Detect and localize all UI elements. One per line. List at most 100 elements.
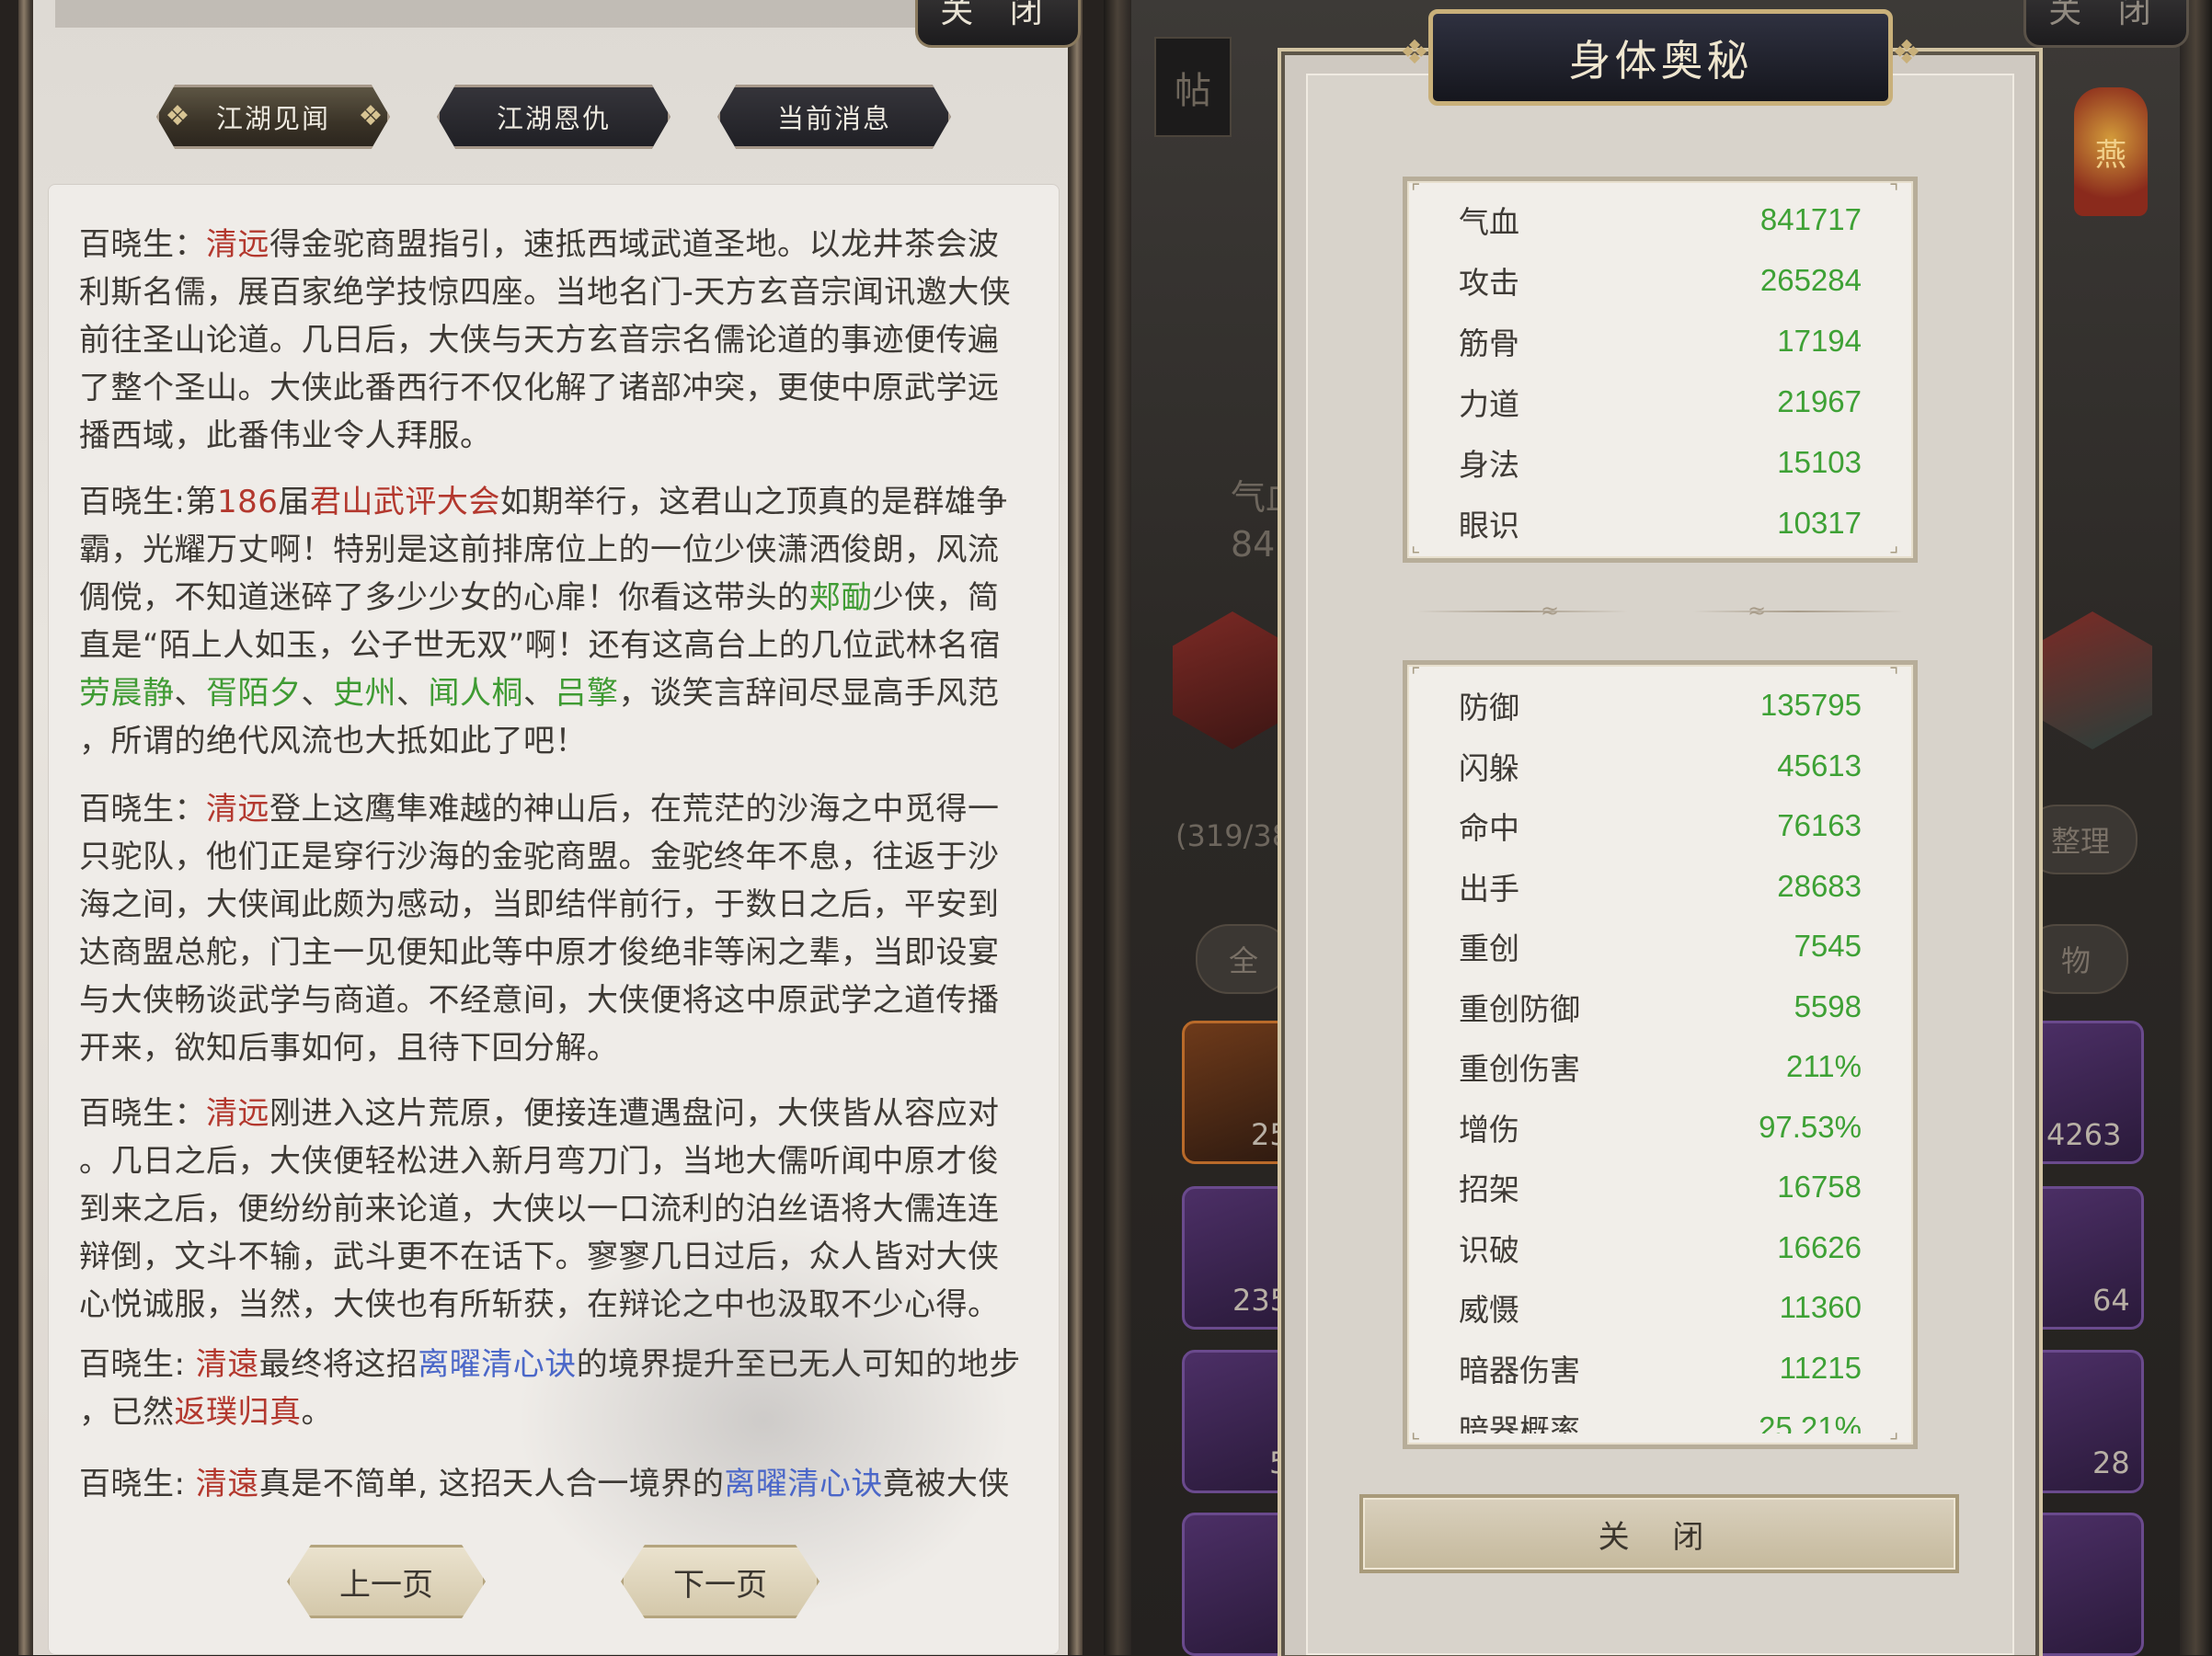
stat-row: 筋骨 17194 — [1459, 314, 1862, 369]
news-text: 百晓生: — [79, 1466, 196, 1502]
news-text: 届 — [278, 484, 310, 520]
stat-value: 16758 — [1777, 1170, 1862, 1204]
news-line: 辩倒，文斗不输，武斗更不在话下。寥寥几日过后，众人皆对大侠 — [79, 1233, 1036, 1281]
stat-row: 出手 28683 — [1459, 859, 1862, 914]
stat-name: 暗器伤害 — [1459, 1352, 1580, 1388]
stat-name: 力道 — [1459, 386, 1519, 422]
news-text: 到来之后，便纷纷前来论道，大侠以一口流利的泊丝语将大儒连连 — [79, 1191, 1000, 1228]
news-text: 直是“陌上人如玉，公子世无双”啊！还有这高台上的几位武林名宿 — [79, 627, 1002, 664]
stat-row: 威慑 11360 — [1459, 1280, 1862, 1335]
tab-jianghu-feuds[interactable]: 江湖恩仇 — [437, 85, 670, 149]
corner-ornament-icon: ⌝ — [1889, 181, 1899, 204]
news-text: 的境界提升至已无人可知的地步 — [576, 1346, 1021, 1383]
news-text: 登上这鹰隼难越的神山后，在荒茫的沙海之中觅得一 — [269, 791, 1000, 828]
stat-value: 25.21% — [1759, 1410, 1862, 1433]
primary-stats-box: ⌜ ⌝ ⌞ ⌟ 气血 841717 攻击 265284 筋骨 17194 力道 21967 身法… — [1403, 177, 1918, 563]
highlighted-name: 离曜清心诀 — [418, 1346, 577, 1383]
news-line: 百晓生: 清遠真是不简单, 这招天人合一境界的离曜清心诀竟被大侠 — [79, 1460, 1036, 1508]
stat-row: 暗器伤害 11215 — [1459, 1341, 1862, 1396]
stat-name: 增伤 — [1459, 1111, 1519, 1148]
divider-right — [1692, 611, 1904, 612]
stat-value: 7545 — [1794, 929, 1862, 963]
news-text: 百晓生: — [79, 1346, 196, 1383]
news-line: 利斯名儒，展百家绝学技惊四座。当地名门-天方玄音宗闻讯邀大侠 — [79, 268, 1036, 316]
news-text: 心悦诚服，当然，大侠也有所斩获，在辩论之中也汲取不少心得。 — [79, 1286, 1000, 1323]
highlighted-name: 离曜清心诀 — [724, 1466, 883, 1502]
organize-button: 整理 — [2023, 805, 2138, 874]
news-line: 开来，欲知后事如何，且待下回分解。 — [79, 1024, 1036, 1072]
stat-row: 暗器概率 25.21% — [1459, 1400, 1862, 1433]
news-text: 最终将这招 — [258, 1346, 418, 1383]
news-text: 少侠，简 — [872, 579, 1000, 616]
modal-close-button[interactable]: 关 闭 — [1359, 1494, 1959, 1573]
news-text: 前往圣山论道。几日后，大侠与天方玄音宗名儒论道的事迹便传遍 — [79, 322, 1000, 359]
news-line: 百晓生：清远得金驼商盟指引，速抵西域武道圣地。以龙井茶会波 — [79, 221, 1036, 268]
corner-ornament-icon: ⌜ — [1411, 181, 1421, 204]
news-text: 与大侠畅谈武学与商道。不经意间，大侠便将这中原武学之道传播 — [79, 982, 1000, 1019]
stat-row: 重创 7545 — [1459, 919, 1862, 974]
news-text: 开来，欲知后事如何，且待下回分解。 — [79, 1030, 619, 1067]
inventory-slot-count: 4263 — [2046, 1117, 2122, 1152]
news-line: 直是“陌上人如玉，公子世无双”啊！还有这高台上的几位武林名宿 — [79, 622, 1036, 669]
news-text: 。 — [301, 1394, 333, 1431]
screen-frame-right — [2180, 0, 2212, 1655]
hanging-ornament-icon: 燕 — [2074, 87, 2148, 216]
filter-items-tab: 物 — [2023, 924, 2128, 994]
title-wing-right-icon: ❖ — [1891, 34, 1922, 72]
bag-capacity: (319/38 — [1175, 818, 1291, 853]
stat-value: 5598 — [1794, 988, 1862, 1023]
stat-name: 命中 — [1459, 810, 1519, 846]
news-line: ，所谓的绝代风流也大抵如此了吧！ — [79, 717, 1036, 765]
inventory-slot-count: 28 — [2092, 1445, 2130, 1480]
corner-ornament-icon: ⌞ — [1411, 534, 1421, 557]
tab-current-messages[interactable]: 当前消息 — [717, 85, 951, 149]
stat-row: 招架 16758 — [1459, 1159, 1862, 1215]
highlighted-name: 清遠 — [195, 1346, 259, 1383]
post-seal-icon: 帖 — [1154, 37, 1232, 137]
stat-name: 暗器概率 — [1459, 1412, 1580, 1433]
news-text: 辩倒，文斗不输，武斗更不在话下。寥寥几日过后，众人皆对大侠 — [79, 1239, 1000, 1275]
news-text: 霸，光耀万丈啊！特别是这前排席位上的一位少侠潇洒俊朗，风流 — [79, 531, 1000, 568]
news-paragraph: 百晓生：清远登上这鹰隼难越的神山后，在荒茫的沙海之中觅得一 只驼队，他们正是穿行沙… — [79, 785, 1036, 1072]
news-line: 劳晨静、胥陌夕、史州、闻人桐、吕擎，谈笑言辞间尽显高手风范 — [79, 669, 1036, 717]
stat-name: 眼识 — [1459, 508, 1519, 543]
stat-name: 闪躲 — [1459, 749, 1519, 786]
news-text: 海之间，大侠闻此颇为感动，当即结伴前行，于数日之后，平安到 — [79, 886, 1000, 923]
news-text: 百晓生： — [79, 226, 206, 263]
background-close-button: 关 闭 — [2023, 0, 2189, 48]
news-text: 。几日之后，大侠便轻松进入新月弯刀门，当地大儒听闻中原才俊 — [79, 1143, 1000, 1180]
title-wing-left-icon: ❖ — [1399, 34, 1430, 72]
stat-name: 识破 — [1459, 1231, 1519, 1268]
stat-name: 重创 — [1459, 931, 1519, 966]
highlighted-name: 胥陌夕 — [206, 675, 302, 712]
tab-jianghu-news[interactable]: 江湖见闻 — [156, 85, 390, 149]
stat-value: 15103 — [1777, 445, 1862, 479]
stat-row: 识破 16626 — [1459, 1220, 1862, 1275]
news-line: 百晓生: 清遠最终将这招离曜清心诀的境界提升至已无人可知的地步 — [79, 1341, 1036, 1388]
highlighted-name: 返璞归真 — [174, 1394, 302, 1431]
stat-value: 211% — [1786, 1049, 1862, 1083]
news-line: 到来之后，便纷纷前来论道，大侠以一口流利的泊丝语将大儒连连 — [79, 1185, 1036, 1233]
inventory-slot-count: 25 — [1251, 1117, 1289, 1152]
news-line: 霸，光耀万丈啊！特别是这前排席位上的一位少侠潇洒俊朗，风流 — [79, 526, 1036, 574]
news-line: 百晓生：清远刚进入这片荒原，便接连遭遇盘问，大侠皆从容应对 — [79, 1090, 1036, 1137]
stat-row: 力道 21967 — [1459, 374, 1862, 429]
highlighted-name: 郏勔 — [808, 579, 873, 616]
news-text: 播西域，此番伟业令人拜服。 — [79, 417, 492, 454]
journal-close-button[interactable]: 关 闭 — [915, 0, 1081, 48]
highlighted-name: 186 — [216, 484, 279, 520]
news-line: 倜傥，不知道迷碎了多少少女的心扉！你看这带头的郏勔少侠，简 — [79, 574, 1036, 622]
stat-name: 出手 — [1459, 870, 1519, 907]
stat-value: 10317 — [1777, 506, 1862, 540]
news-text: 倜傥，不知道迷碎了多少少女的心扉！你看这带头的 — [79, 579, 809, 616]
highlighted-name: 清远 — [206, 1095, 269, 1132]
news-text: 利斯名儒，展百家绝学技惊四座。当地名门-天方玄音宗闻讯邀大侠 — [79, 274, 1012, 311]
news-text: ，谈笑言辞间尽显高手风范 — [618, 675, 1000, 712]
highlighted-name: 清远 — [206, 791, 269, 828]
news-text: ，已然 — [79, 1394, 175, 1431]
stat-name: 攻击 — [1459, 265, 1519, 301]
news-text: 如期举行，这君山之顶真的是群雄争 — [499, 484, 1008, 520]
inventory-slot — [1182, 1513, 1298, 1656]
stat-value: 841717 — [1759, 202, 1862, 236]
stat-name: 威慑 — [1459, 1292, 1519, 1328]
